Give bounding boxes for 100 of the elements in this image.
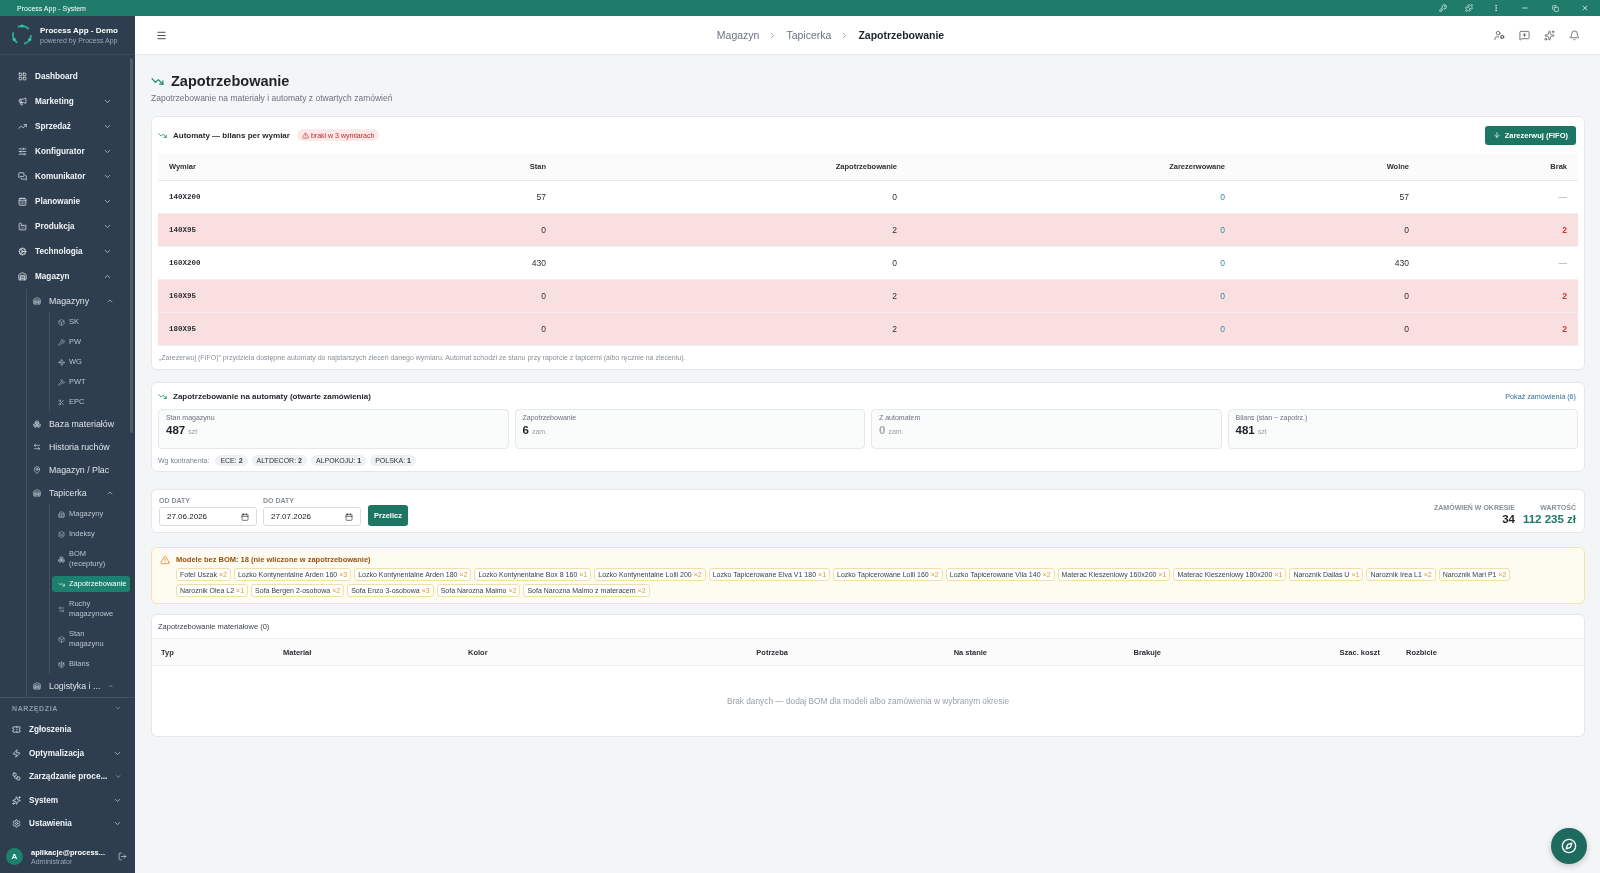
nav-item[interactable]: Magazyn bbox=[4, 264, 116, 289]
more-icon[interactable] bbox=[1492, 4, 1500, 12]
nav-item[interactable]: Ustawienia bbox=[4, 812, 126, 836]
nav-item[interactable]: Magazyny bbox=[22, 289, 118, 312]
table-cell-text: 2 bbox=[891, 324, 898, 334]
megaphone-icon bbox=[18, 97, 27, 106]
message-plus-icon[interactable] bbox=[1519, 29, 1530, 41]
menu-icon[interactable] bbox=[156, 29, 167, 41]
gear-icon bbox=[18, 247, 27, 256]
table-cell-text: 0 bbox=[1403, 225, 1410, 235]
summary-value: 112 235 zł bbox=[1522, 513, 1576, 526]
trend-down-icon bbox=[58, 580, 65, 588]
nav-item[interactable]: Komunikator bbox=[4, 164, 116, 189]
nav-item[interactable]: System bbox=[4, 788, 126, 812]
nav-item[interactable]: Technologia bbox=[4, 239, 116, 264]
breadcrumb-link[interactable]: Zapotrzebowanie bbox=[858, 29, 945, 41]
arrow-down-icon bbox=[1492, 131, 1501, 139]
calendar-icon bbox=[345, 512, 353, 521]
breadcrumb-link[interactable]: Magazyn bbox=[716, 29, 760, 41]
empty-message: Brak danych — dodaj BOM dla modeli albo zamówienia w wybranym okresie bbox=[726, 696, 1010, 706]
arrows-icon bbox=[33, 442, 41, 451]
page-subtitle: Zapotrzebowanie na materiały i automaty z otwartych zamówień bbox=[151, 93, 394, 104]
nav-item[interactable]: Zgłoszenia bbox=[4, 718, 126, 742]
wrench-icon bbox=[58, 338, 65, 346]
warning-icon bbox=[160, 555, 170, 565]
logout-icon[interactable] bbox=[118, 852, 127, 862]
date-field[interactable]: 27.06.2026 bbox=[159, 507, 257, 526]
nav-item[interactable]: Baza materiałów bbox=[22, 412, 118, 435]
scrollbar-thumb[interactable] bbox=[130, 58, 133, 433]
workflow-icon bbox=[12, 772, 21, 782]
ring-logo-icon bbox=[11, 24, 33, 46]
cube-icon bbox=[58, 318, 65, 326]
nav-item[interactable]: Marketing bbox=[4, 89, 116, 114]
table-cell-text: 0 bbox=[540, 225, 547, 235]
nav-item[interactable]: Zarządzanie proce... bbox=[4, 765, 126, 789]
minimize-icon[interactable] bbox=[1521, 4, 1529, 12]
chat-bubbles-icon bbox=[18, 172, 27, 181]
table-cell-text: 2 bbox=[1561, 225, 1568, 235]
stat-value: 481 bbox=[1235, 424, 1255, 436]
key-icon[interactable] bbox=[1439, 4, 1447, 12]
breadcrumb-link[interactable]: Tapicerka bbox=[786, 29, 832, 41]
nav-item[interactable]: Tapicerka bbox=[22, 481, 118, 504]
warehouse-icon bbox=[33, 296, 41, 305]
nav-item[interactable]: Optymalizacja bbox=[4, 741, 126, 765]
table-cell-text: 2 bbox=[891, 225, 898, 235]
table-cell-text: 0 bbox=[1219, 324, 1226, 334]
stat-value: 487 bbox=[166, 424, 186, 436]
grid-icon bbox=[18, 72, 27, 81]
scissors-icon bbox=[58, 398, 65, 406]
nav-item[interactable]: Magazyn / Plac bbox=[22, 458, 118, 481]
table-cell-text: 57 bbox=[1398, 192, 1410, 202]
calendar-icon bbox=[18, 197, 27, 206]
page-title: Zapotrzebowanie bbox=[171, 72, 290, 91]
cube-icon bbox=[58, 635, 65, 643]
settings-icon bbox=[12, 819, 21, 829]
nav-item[interactable]: Konfigurator bbox=[4, 139, 116, 164]
restore-icon[interactable] bbox=[1551, 4, 1559, 12]
table-cell-text: 0 bbox=[1403, 324, 1410, 334]
user-gear-icon[interactable] bbox=[1494, 29, 1505, 41]
scale-icon bbox=[58, 660, 65, 668]
trend-down-icon bbox=[158, 130, 167, 140]
layers-icon bbox=[58, 530, 65, 538]
waypoints-icon bbox=[58, 358, 65, 366]
arrows-icon bbox=[58, 605, 65, 613]
table-cell-text: 430 bbox=[530, 258, 547, 268]
nav-item[interactable]: Logistyka i ... bbox=[22, 674, 118, 697]
table-cell-text: — bbox=[1557, 192, 1568, 202]
nav-item[interactable]: Sprzedaż bbox=[4, 114, 116, 139]
warehouse-icon bbox=[18, 272, 27, 281]
puzzle-icon[interactable] bbox=[1465, 4, 1473, 12]
nav-item[interactable]: Planowanie bbox=[4, 189, 116, 214]
compass-icon bbox=[1561, 838, 1577, 854]
trend-down-icon bbox=[158, 391, 167, 401]
hammer-icon bbox=[58, 378, 65, 386]
trend-up-icon bbox=[18, 122, 27, 131]
chevron-down-icon bbox=[114, 704, 122, 712]
ticket-icon bbox=[12, 725, 21, 735]
date-field[interactable]: 27.07.2026 bbox=[263, 507, 361, 526]
app-name: Process App - Demo bbox=[40, 25, 118, 36]
bell-icon[interactable] bbox=[1569, 29, 1580, 41]
nav-item[interactable]: Produkcja bbox=[4, 214, 116, 239]
nav-item[interactable]: Dashboard bbox=[4, 64, 116, 89]
boxes-icon bbox=[58, 555, 65, 563]
close-icon[interactable] bbox=[1581, 4, 1589, 12]
table-cell-text: 0 bbox=[1403, 291, 1410, 301]
calendar-icon bbox=[241, 512, 249, 521]
building-icon bbox=[58, 510, 65, 518]
warning-icon bbox=[301, 131, 309, 139]
boxes-icon bbox=[33, 419, 41, 428]
table-cell-text: 0 bbox=[1219, 192, 1226, 202]
nav-item[interactable]: Historia ruchów bbox=[22, 435, 118, 458]
warehouse-icon bbox=[33, 681, 41, 690]
table-cell-text: 2 bbox=[891, 291, 898, 301]
table-cell-text: — bbox=[1557, 258, 1568, 268]
card-title: Zapotrzebowanie na automaty (otwarte zamówienia) bbox=[173, 391, 371, 401]
table-cell-text: 0 bbox=[1219, 258, 1226, 268]
table-cell-text: 0 bbox=[540, 291, 547, 301]
factory-icon bbox=[18, 222, 27, 231]
card-title: Automaty — bilans per wymiar bbox=[173, 130, 290, 140]
sparkles-icon[interactable] bbox=[1544, 29, 1555, 41]
